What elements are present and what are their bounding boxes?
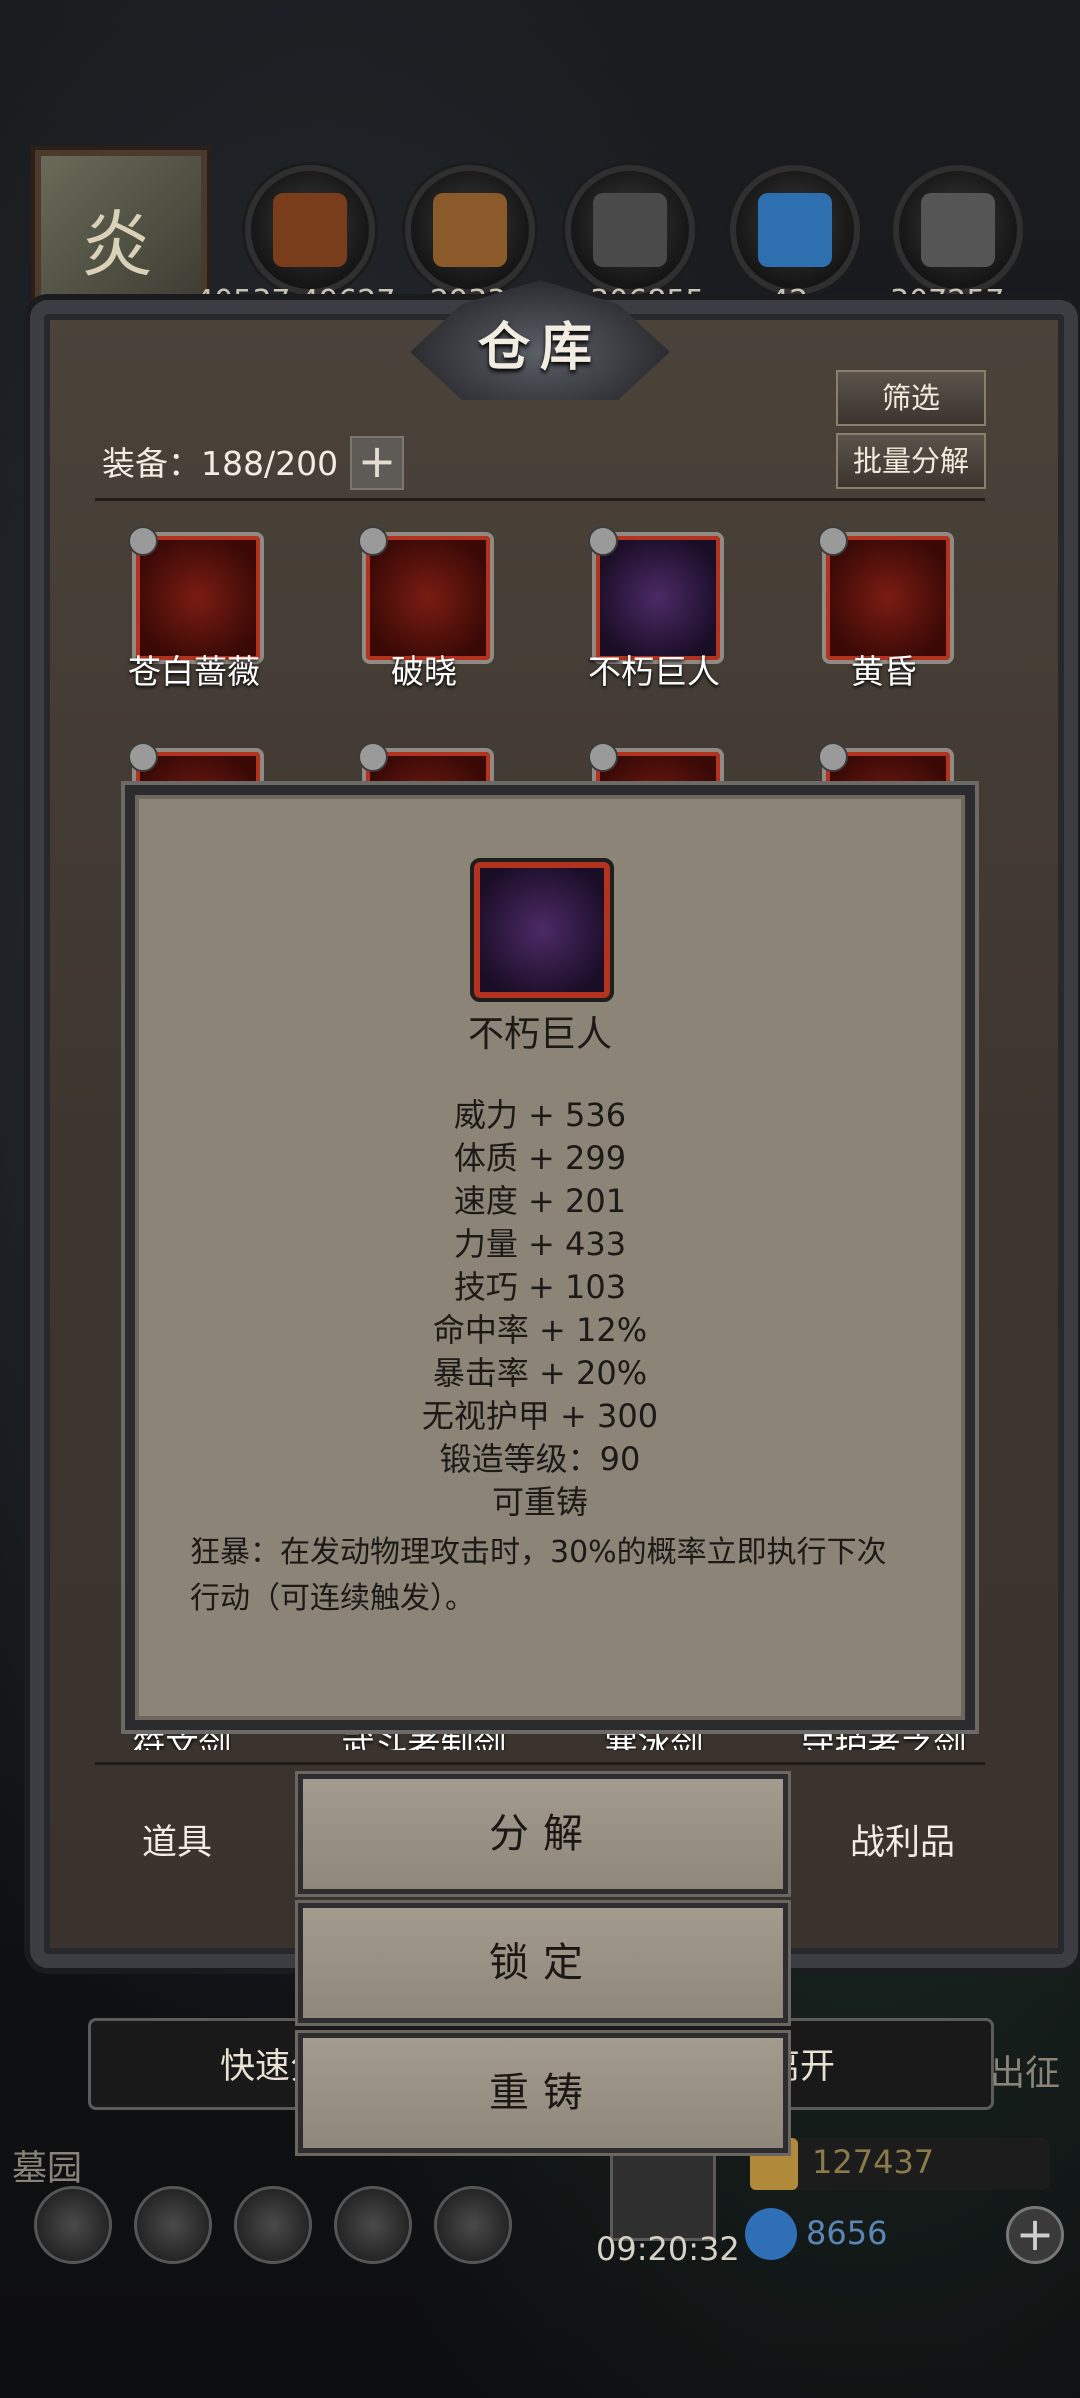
batch-decompose-button[interactable]: 批量分解	[836, 433, 986, 489]
lock-icon	[818, 526, 848, 556]
lock-icon	[588, 742, 618, 772]
item-icon	[470, 858, 614, 1002]
lock-icon	[128, 526, 158, 556]
lock-icon	[128, 742, 158, 772]
item-detail-name: 不朽巨人	[467, 1014, 612, 1055]
stat-line: 可重铸	[491, 1483, 588, 1521]
lock-icon	[818, 742, 848, 772]
lock-icon	[358, 526, 388, 556]
gem-icon	[745, 2208, 797, 2260]
stat-line: 暴击率 + 20%	[432, 1354, 648, 1392]
map-icon[interactable]	[434, 2186, 512, 2264]
divider	[95, 1762, 985, 1765]
tab-items[interactable]: 道具	[142, 1814, 212, 1865]
timer-text: 09:20:32	[596, 2230, 740, 2268]
gift-icon[interactable]	[610, 2150, 716, 2241]
stat-line: 技巧 + 103	[453, 1268, 627, 1306]
stat-line: 命中率 + 12%	[432, 1311, 648, 1349]
cemetery-label[interactable]: 墓园	[12, 2140, 82, 2191]
decompose-button[interactable]: 分解	[298, 1774, 788, 1894]
leather-resource-icon[interactable]	[245, 165, 375, 295]
panel-title: 仓库	[477, 317, 602, 378]
stat-line: 体质 + 299	[453, 1139, 627, 1177]
wood-resource-icon[interactable]	[405, 165, 535, 295]
lock-icon	[358, 742, 388, 772]
mail-icon[interactable]	[334, 2186, 412, 2264]
expedition-label[interactable]: 出征	[990, 2045, 1060, 2096]
item-name: 黄昏	[851, 652, 917, 691]
lock-icon	[588, 526, 618, 556]
avatar-glyph: 炎	[81, 203, 154, 287]
iron-resource-icon[interactable]	[565, 165, 695, 295]
divider	[95, 498, 985, 501]
rank-icon[interactable]	[234, 2186, 312, 2264]
add-gems-button[interactable]: +	[1006, 2206, 1064, 2264]
stat-line: 威力 + 536	[453, 1096, 627, 1134]
steel-resource-icon[interactable]	[893, 165, 1023, 295]
achievement-icon[interactable]	[134, 2186, 212, 2264]
stat-line: 力量 + 433	[453, 1225, 627, 1263]
item-name: 苍白蔷薇	[128, 652, 260, 691]
item-name: 破晓	[391, 652, 457, 691]
crystal-resource-icon[interactable]	[730, 165, 860, 295]
expand-capacity-button[interactable]: +	[350, 436, 404, 490]
item-name: 不朽巨人	[588, 652, 720, 691]
gold-amount: 127437	[812, 2143, 935, 2181]
stat-line: 无视护甲 + 300	[421, 1397, 659, 1435]
gem-amount: 8656	[806, 2214, 888, 2252]
filter-button[interactable]: 筛选	[836, 370, 986, 426]
settings-icon[interactable]	[34, 2186, 112, 2264]
lock-button[interactable]: 锁定	[298, 1903, 788, 2023]
item-description: 狂暴：在发动物理攻击时，30%的概率立即执行下次行动（可连续触发）。	[190, 1535, 887, 1616]
player-avatar[interactable]: 炎	[35, 150, 207, 312]
stat-line: 速度 + 201	[453, 1182, 627, 1220]
stat-line: 锻造等级：90	[439, 1440, 641, 1478]
equipment-count: 装备：188/200	[102, 444, 339, 483]
tab-loot[interactable]: 战利品	[850, 1814, 955, 1865]
reforge-button[interactable]: 重铸	[298, 2033, 788, 2153]
